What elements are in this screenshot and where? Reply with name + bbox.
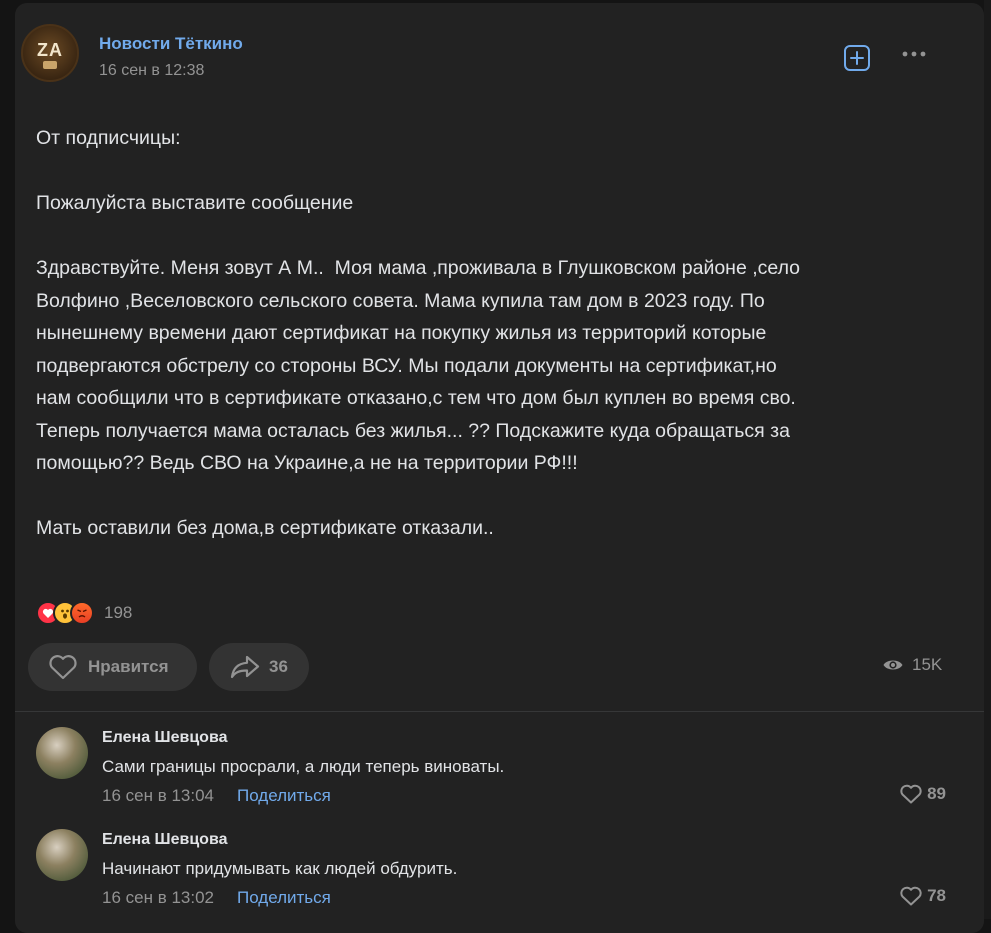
comment-author-avatar[interactable] xyxy=(36,829,88,881)
views-counter: 15K xyxy=(882,655,942,675)
comment-share-link[interactable]: Поделиться xyxy=(237,786,331,806)
post-time[interactable]: 16 сен в 12:38 xyxy=(99,62,204,80)
comment-like-count: 89 xyxy=(927,784,946,803)
heart-outline-icon xyxy=(900,886,922,906)
share-button[interactable]: 36 xyxy=(209,643,309,691)
heart-outline-icon xyxy=(49,655,77,680)
group-name-link[interactable]: Новости Тёткино xyxy=(99,34,243,54)
subscribe-button[interactable] xyxy=(844,45,870,71)
reactions-count: 198 xyxy=(104,603,133,622)
more-dots-icon xyxy=(902,51,926,57)
like-button[interactable]: Нравится xyxy=(28,643,197,691)
avatar-text: ZA xyxy=(37,40,63,60)
comment-time[interactable]: 16 сен в 13:04 xyxy=(102,786,214,806)
reactions-summary[interactable]: 198 xyxy=(36,600,132,626)
like-label: Нравится xyxy=(88,657,169,676)
background-strip xyxy=(984,0,991,919)
post-text: От подписчицы: Пожалуйста выставите сооб… xyxy=(36,127,801,539)
eye-icon xyxy=(883,660,903,670)
plus-square-icon xyxy=(850,51,864,65)
comment-text: Начинают придумывать как людей обдурить. xyxy=(102,859,458,878)
more-button[interactable] xyxy=(901,46,929,68)
comment-like-button[interactable]: 78 xyxy=(899,886,946,906)
comment-like-count: 78 xyxy=(927,886,946,905)
comment-item: Елена Шевцова Начинают придумывать как л… xyxy=(36,829,951,919)
share-count: 36 xyxy=(269,657,288,676)
comments-divider xyxy=(15,711,984,712)
comment-share-link[interactable]: Поделиться xyxy=(237,888,331,908)
post-header: ZA Новости Тёткино 16 сен в 12:38 xyxy=(21,24,951,84)
comment-time[interactable]: 16 сен в 13:02 xyxy=(102,888,214,908)
comment-author-name[interactable]: Елена Шевцова xyxy=(102,729,227,747)
group-avatar[interactable]: ZA xyxy=(21,24,79,82)
comment-like-button[interactable]: 89 xyxy=(899,784,946,804)
angry-face-icon xyxy=(70,601,94,625)
share-arrow-icon xyxy=(230,655,260,679)
comment-text: Сами границы просрали, а люди теперь вин… xyxy=(102,757,505,776)
avatar-badge xyxy=(42,61,58,69)
comment-author-name[interactable]: Елена Шевцова xyxy=(102,831,227,849)
comment-item: Елена Шевцова Сами границы просрали, а л… xyxy=(36,727,951,817)
views-count: 15K xyxy=(912,655,943,674)
comment-author-avatar[interactable] xyxy=(36,727,88,779)
heart-outline-icon xyxy=(900,784,922,804)
